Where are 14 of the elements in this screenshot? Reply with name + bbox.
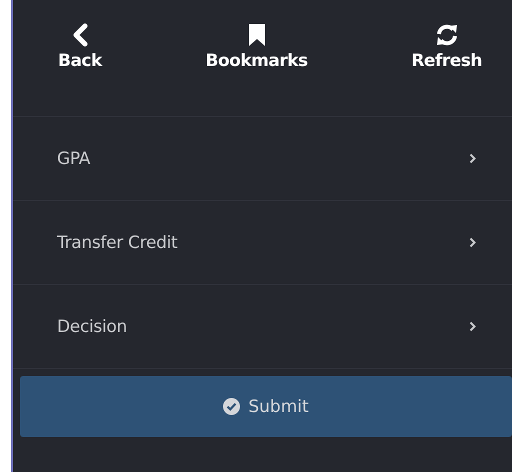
chevron-icon (469, 321, 476, 332)
menu-item[interactable]: Transfer Credit (13, 201, 512, 285)
chevron-icon (469, 153, 476, 164)
toolbar-button[interactable]: Refresh (411, 22, 482, 71)
menu-item[interactable]: GPA (13, 117, 512, 201)
check-circle-icon (223, 398, 240, 415)
submit-button[interactable]: Submit (20, 376, 512, 437)
refresh-icon (434, 22, 459, 48)
toolbar-button[interactable]: Back (58, 22, 102, 71)
menu-item[interactable]: Decision (13, 285, 512, 369)
chevron-icon (469, 237, 476, 248)
bookmark-icon (248, 22, 266, 48)
toolbar-button[interactable]: Bookmarks (206, 22, 308, 71)
back-icon (72, 22, 88, 48)
